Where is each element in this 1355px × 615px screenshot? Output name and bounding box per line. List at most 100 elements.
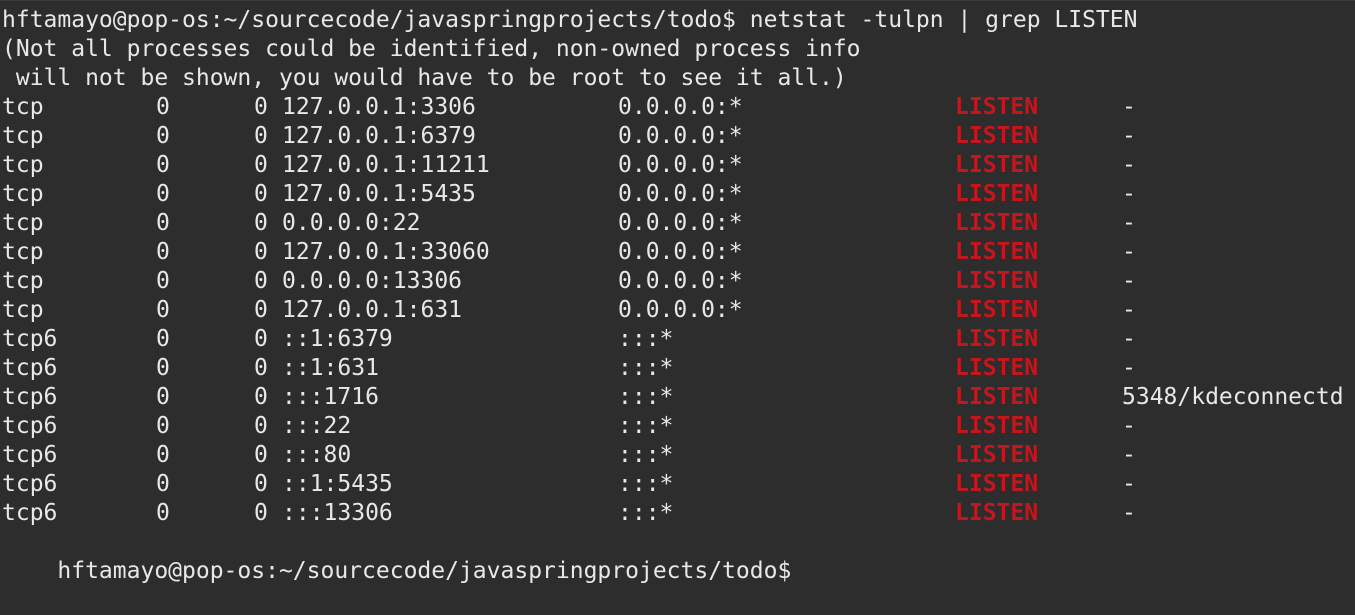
foreign-address-cell: 0.0.0.0:* [618, 123, 743, 149]
state-cell: LISTEN [955, 355, 1039, 381]
proto-cell: tcp [2, 268, 44, 294]
pid-program-cell: - [1122, 326, 1136, 352]
recv-q-cell: 0 [156, 471, 170, 497]
local-address-cell: :::13306 [282, 500, 393, 526]
send-q-cell: 0 [254, 123, 268, 149]
netstat-row: tcp 0 0 0.0.0.0:13306 0.0.0.0:* LISTEN - [0, 267, 1355, 296]
pid-program-cell: - [1122, 210, 1136, 236]
pid-program-cell: - [1122, 297, 1136, 323]
state-cell: LISTEN [955, 123, 1039, 149]
netstat-row: tcp6 0 0::1:6379:::* LISTEN - [0, 325, 1355, 354]
state-cell: LISTEN [955, 326, 1039, 352]
netstat-row: tcp 0 0 127.0.0.1:3306 0.0.0.0:* LISTEN - [0, 93, 1355, 122]
send-q-cell: 0 [254, 268, 268, 294]
proto-cell: tcp [2, 239, 44, 265]
pid-program-cell: - [1122, 239, 1136, 265]
state-cell: LISTEN [955, 181, 1039, 207]
recv-q-cell: 0 [156, 123, 170, 149]
netstat-row: tcp6 0 0:::1716:::* LISTEN 5348/kdeconnectd [0, 383, 1355, 412]
recv-q-cell: 0 [156, 442, 170, 468]
pid-program-cell: - [1122, 413, 1136, 439]
foreign-address-cell: 0.0.0.0:* [618, 210, 743, 236]
pid-program-cell: - [1122, 181, 1136, 207]
foreign-address-cell: 0.0.0.0:* [618, 152, 743, 178]
foreign-address-cell: :::* [618, 384, 674, 410]
warning-line-2: will not be shown, you would have to be … [2, 65, 847, 91]
state-cell: LISTEN [955, 413, 1039, 439]
foreign-address-cell: 0.0.0.0:* [618, 268, 743, 294]
state-cell: LISTEN [955, 442, 1039, 468]
recv-q-cell: 0 [156, 297, 170, 323]
proto-cell: tcp6 [2, 384, 58, 410]
send-q-cell: 0 [254, 471, 268, 497]
terminal-window[interactable]: hftamayo@pop-os:~/sourcecode/javaspringp… [0, 0, 1355, 601]
netstat-row: tcp 0 0 127.0.0.1:6379 0.0.0.0:* LISTEN - [0, 122, 1355, 151]
local-address-cell: :::1716 [282, 384, 379, 410]
recv-q-cell: 0 [156, 152, 170, 178]
proto-cell: tcp [2, 181, 44, 207]
foreign-address-cell: :::* [618, 413, 674, 439]
state-cell: LISTEN [955, 297, 1039, 323]
recv-q-cell: 0 [156, 268, 170, 294]
recv-q-cell: 0 [156, 384, 170, 410]
local-address-cell: 127.0.0.1:3306 [282, 94, 476, 120]
proto-cell: tcp [2, 210, 44, 236]
netstat-row: tcp6 0 0::1:631:::* LISTEN - [0, 354, 1355, 383]
recv-q-cell: 0 [156, 210, 170, 236]
warning-line-1: (Not all processes could be identified, … [2, 36, 861, 62]
proto-cell: tcp [2, 297, 44, 323]
netstat-row: tcp6 0 0:::13306:::* LISTEN - [0, 499, 1355, 528]
proto-cell: tcp [2, 152, 44, 178]
proto-cell: tcp [2, 94, 44, 120]
foreign-address-cell: :::* [618, 326, 674, 352]
send-q-cell: 0 [254, 239, 268, 265]
send-q-cell: 0 [254, 297, 268, 323]
foreign-address-cell: 0.0.0.0:* [618, 94, 743, 120]
state-cell: LISTEN [955, 94, 1039, 120]
send-q-cell: 0 [254, 152, 268, 178]
proto-cell: tcp6 [2, 471, 58, 497]
recv-q-cell: 0 [156, 239, 170, 265]
pid-program-cell: - [1122, 442, 1136, 468]
send-q-cell: 0 [254, 442, 268, 468]
netstat-row: tcp 0 0 0.0.0.0:22 0.0.0.0:* LISTEN - [0, 209, 1355, 238]
local-address-cell: 127.0.0.1:33060 [282, 239, 490, 265]
shell-prompt[interactable]: hftamayo@pop-os:~/sourcecode/javaspringp… [2, 528, 805, 584]
foreign-address-cell: 0.0.0.0:* [618, 181, 743, 207]
prompt-text: hftamayo@pop-os:~/sourcecode/javaspringp… [57, 558, 792, 584]
recv-q-cell: 0 [156, 413, 170, 439]
proto-cell: tcp [2, 123, 44, 149]
recv-q-cell: 0 [156, 355, 170, 381]
netstat-row: tcp6 0 0::1:5435:::* LISTEN - [0, 470, 1355, 499]
state-cell: LISTEN [955, 500, 1039, 526]
pid-program-cell: - [1122, 94, 1136, 120]
netstat-row: tcp6 0 0:::22:::* LISTEN - [0, 412, 1355, 441]
foreign-address-cell: :::* [618, 471, 674, 497]
local-address-cell: 127.0.0.1:6379 [282, 123, 476, 149]
recv-q-cell: 0 [156, 500, 170, 526]
proto-cell: tcp6 [2, 500, 58, 526]
foreign-address-cell: 0.0.0.0:* [618, 239, 743, 265]
pid-program-cell: 5348/kdeconnectd [1122, 384, 1344, 410]
local-address-cell: 127.0.0.1:5435 [282, 181, 476, 207]
command-line: hftamayo@pop-os:~/sourcecode/javaspringp… [2, 7, 1138, 33]
netstat-row: tcp 0 0 127.0.0.1:631 0.0.0.0:* LISTEN - [0, 296, 1355, 325]
send-q-cell: 0 [254, 94, 268, 120]
recv-q-cell: 0 [156, 181, 170, 207]
state-cell: LISTEN [955, 152, 1039, 178]
local-address-cell: 0.0.0.0:13306 [282, 268, 463, 294]
pid-program-cell: - [1122, 268, 1136, 294]
pid-program-cell: - [1122, 152, 1136, 178]
proto-cell: tcp6 [2, 442, 58, 468]
send-q-cell: 0 [254, 500, 268, 526]
proto-cell: tcp6 [2, 355, 58, 381]
pid-program-cell: - [1122, 471, 1136, 497]
send-q-cell: 0 [254, 355, 268, 381]
foreign-address-cell: :::* [618, 355, 674, 381]
netstat-row: tcp 0 0 127.0.0.1:5435 0.0.0.0:* LISTEN - [0, 180, 1355, 209]
pid-program-cell: - [1122, 500, 1136, 526]
send-q-cell: 0 [254, 210, 268, 236]
pid-program-cell: - [1122, 355, 1136, 381]
send-q-cell: 0 [254, 326, 268, 352]
foreign-address-cell: 0.0.0.0:* [618, 297, 743, 323]
